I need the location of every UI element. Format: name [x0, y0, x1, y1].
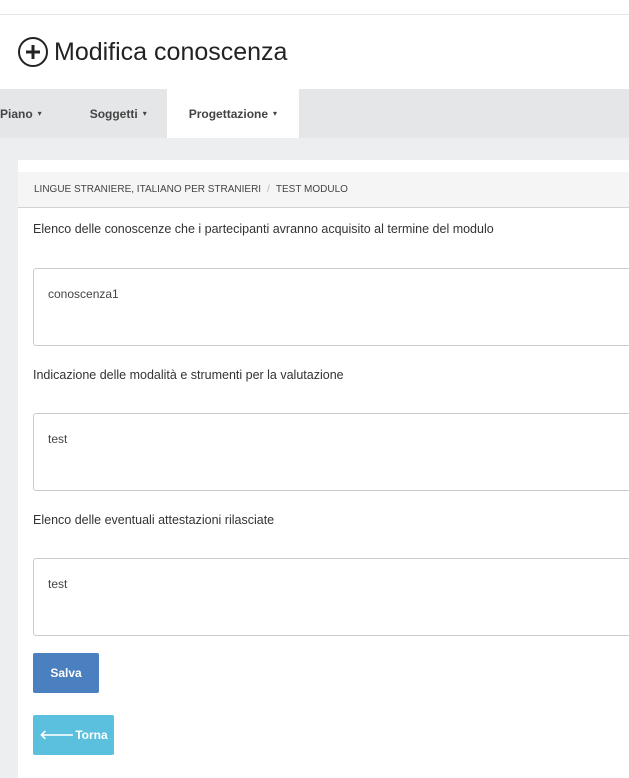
caret-down-icon: ▾	[273, 109, 278, 118]
field-label-conoscenze: Elenco delle conoscenze che i partecipan…	[33, 222, 494, 236]
breadcrumb-item[interactable]: LINGUE STRANIERE, ITALIANO PER STRANIERI	[34, 184, 261, 195]
nav-item-label: Progettazione	[188, 106, 269, 121]
page-header: Modifica conoscenza	[18, 30, 287, 74]
conoscenze-textarea[interactable]: conoscenza1	[33, 268, 629, 346]
breadcrumb-separator: /	[267, 184, 270, 195]
caret-down-icon: ▾	[37, 109, 42, 118]
breadcrumb-item-current: TEST MODULO	[275, 184, 348, 195]
nav-item-label: Piano	[0, 106, 33, 121]
top-divider	[0, 14, 629, 15]
main-navbar: Piano ▾ Soggetti ▾ Progettazione ▾	[0, 89, 629, 138]
valutazione-textarea[interactable]: test	[33, 413, 629, 491]
nav-item-progettazione[interactable]: Progettazione ▾	[166, 89, 300, 138]
field-label-attestazioni: Elenco delle eventuali attestazioni rila…	[33, 513, 275, 527]
caret-down-icon: ▾	[142, 109, 147, 118]
nav-item-label: Soggetti	[89, 106, 138, 121]
save-button-label: Salva	[50, 666, 82, 680]
nav-item-piano[interactable]: Piano ▾	[0, 89, 70, 138]
breadcrumb: LINGUE STRANIERE, ITALIANO PER STRANIERI…	[18, 172, 629, 208]
nav-item-soggetti[interactable]: Soggetti ▾	[70, 89, 167, 138]
save-button[interactable]: Salva	[33, 653, 99, 693]
arrow-left-icon: 🡐	[39, 727, 75, 742]
page-title: Modifica conoscenza	[54, 37, 288, 66]
back-button-label: Torna	[75, 728, 108, 742]
field-label-valutazione: Indicazione delle modalità e strumenti p…	[33, 368, 344, 382]
plus-circle-icon	[18, 37, 48, 67]
attestazioni-textarea[interactable]: test	[33, 558, 629, 636]
back-button[interactable]: 🡐 Torna	[33, 715, 114, 755]
